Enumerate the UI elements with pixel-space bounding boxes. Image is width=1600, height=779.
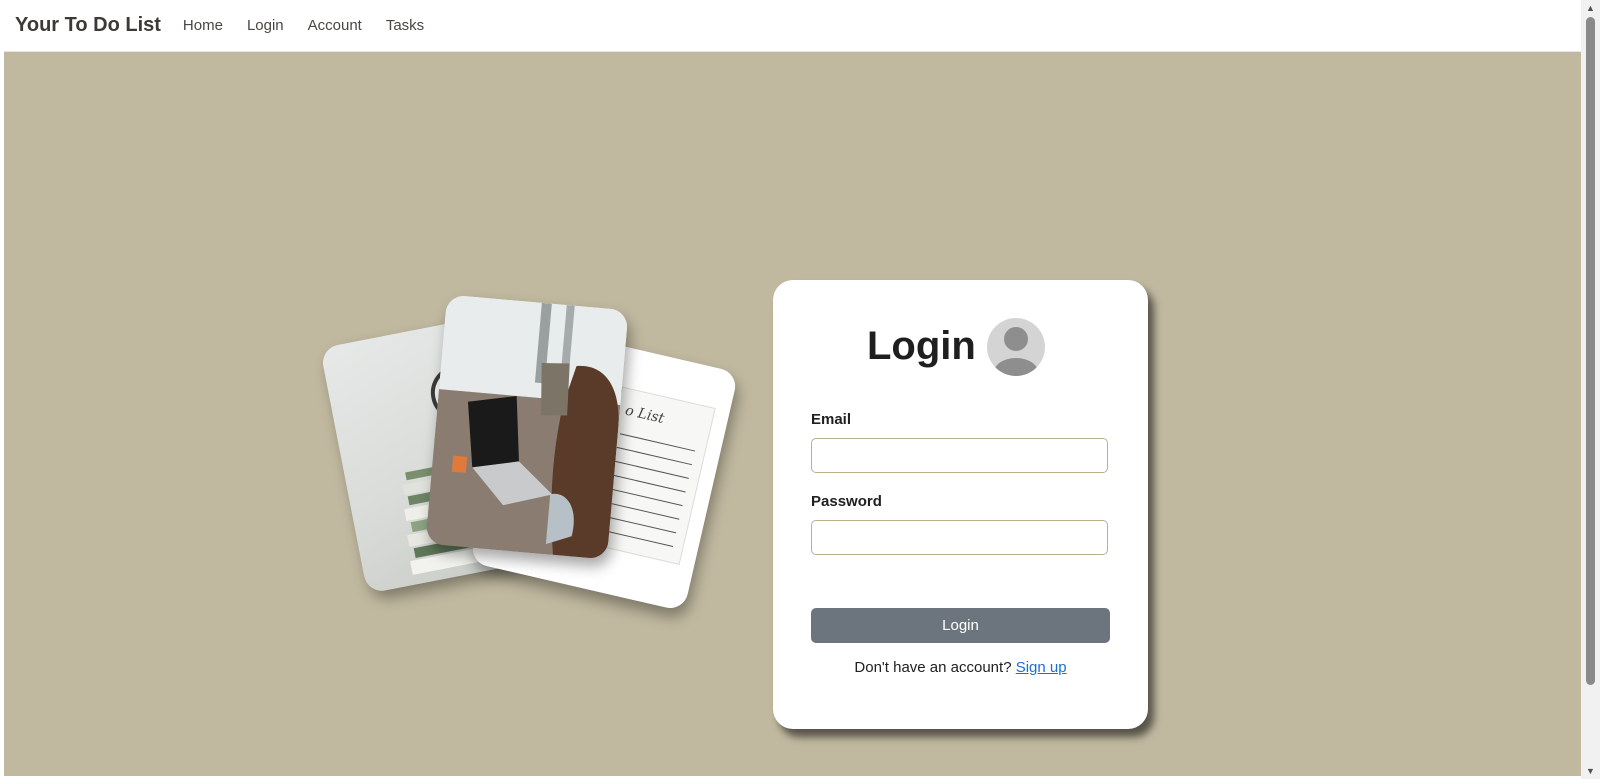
nav-account-link[interactable]: Account — [308, 17, 362, 34]
vertical-scrollbar[interactable]: ▲ ▼ — [1581, 0, 1600, 779]
laptop-image — [425, 294, 629, 560]
laptop-photo — [425, 294, 629, 560]
brand-link[interactable]: Your To Do List — [15, 14, 161, 37]
email-input[interactable] — [811, 438, 1108, 473]
nav-login-link[interactable]: Login — [247, 17, 284, 34]
scroll-thumb[interactable] — [1586, 17, 1595, 685]
signup-link[interactable]: Sign up — [1016, 659, 1067, 676]
email-label: Email — [811, 411, 852, 428]
scroll-up-icon[interactable]: ▲ — [1581, 0, 1600, 16]
signup-prompt: Don't have an account? — [854, 659, 1012, 676]
scroll-down-icon[interactable]: ▼ — [1581, 763, 1600, 779]
login-card: Login Email Password Login Don't have an… — [773, 280, 1148, 729]
login-title: Login — [867, 324, 976, 368]
signup-line: Don't have an account? Sign up — [773, 659, 1148, 676]
navbar: Your To Do List Home Login Account Tasks — [4, 0, 1581, 52]
login-button[interactable]: Login — [811, 608, 1110, 643]
user-avatar-icon — [987, 318, 1045, 376]
nav-home-link[interactable]: Home — [183, 17, 223, 34]
nav-tasks-link[interactable]: Tasks — [386, 17, 424, 34]
password-input[interactable] — [811, 520, 1108, 555]
password-label: Password — [811, 493, 882, 510]
browser-viewport: Your To Do List Home Login Account Tasks — [4, 0, 1581, 776]
main-area: o List Login Email Password Login Don't … — [4, 52, 1581, 776]
